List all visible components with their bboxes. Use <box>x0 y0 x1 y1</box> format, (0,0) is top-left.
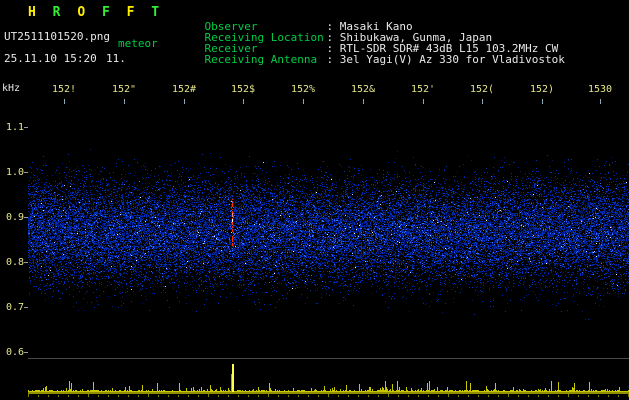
logo-letter: H <box>28 5 36 20</box>
output-file-label: UT2511101520.png <box>4 30 110 43</box>
app-logo: H R O F F T <box>28 5 168 20</box>
info-value: : 3el Yagi(V) Az 330 for Vladivostok <box>326 53 565 66</box>
info-key: Receiving Antenna <box>204 53 318 66</box>
power-strip-canvas <box>28 360 629 397</box>
time-tick-label: 152& <box>351 84 376 95</box>
time-tick-label: 152' <box>411 84 436 95</box>
mode-label: meteor <box>118 37 158 50</box>
tick-mark <box>64 99 65 104</box>
freq-tick-label: 0.9 <box>5 212 24 223</box>
tick-mark <box>542 99 543 104</box>
tick-mark <box>600 99 601 104</box>
logo-letter: R <box>52 5 61 20</box>
freq-tick-label: 1.1 <box>5 122 24 133</box>
hrofft-window: H R O F F T UT2511101520.png meteor 25.1… <box>0 0 629 400</box>
echo-counter-label: 11. <box>106 52 126 65</box>
time-tick-label: 152! <box>52 84 77 95</box>
logo-letter: F <box>101 5 110 20</box>
logo-letter: T <box>151 5 160 20</box>
tick-mark <box>482 99 483 104</box>
time-tick-label: 152( <box>470 84 495 95</box>
tick-mark <box>184 99 185 104</box>
freq-tick-label: 0.7 <box>5 302 24 313</box>
datetime-label: 25.11.10 15:20 <box>4 52 97 65</box>
tick-mark <box>243 99 244 104</box>
time-tick-label: 152# <box>172 84 197 95</box>
time-tick-label: 152" <box>112 84 137 95</box>
time-tick-label: 152% <box>291 84 316 95</box>
tick-mark <box>124 99 125 104</box>
time-tick-label: 152) <box>530 84 555 95</box>
logo-letter: F <box>126 5 135 20</box>
freq-tick-label: 0.6 <box>5 347 24 358</box>
logo-letter: O <box>77 5 86 20</box>
divider <box>28 358 629 359</box>
time-tick-label: 152$ <box>231 84 256 95</box>
freq-tick-label: 1.0 <box>5 167 24 178</box>
tick-mark <box>423 99 424 104</box>
khz-unit-label: kHz <box>2 83 21 94</box>
tick-mark <box>303 99 304 104</box>
tick-mark <box>363 99 364 104</box>
freq-tick-label: 0.8 <box>5 257 24 268</box>
info-row-antenna: Receiving Antenna : 3el Yagi(V) Az 330 fo… <box>178 40 565 79</box>
spectrogram-canvas <box>28 105 629 358</box>
time-tick-label: 1530 <box>588 84 613 95</box>
